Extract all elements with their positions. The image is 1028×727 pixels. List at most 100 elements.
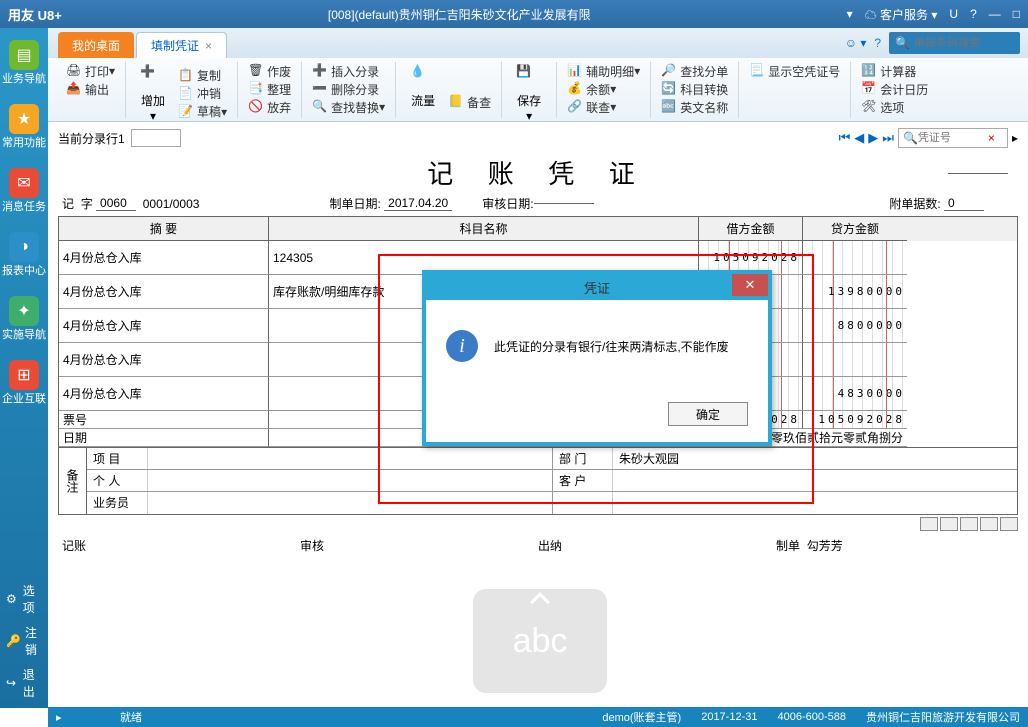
sign-book: 记账 <box>62 537 300 554</box>
current-line-label: 当前分录行1 <box>58 130 125 147</box>
remark-label: 备注 <box>59 448 87 514</box>
options-button[interactable]: 🛠选项 <box>857 98 932 116</box>
sidebar: ▤业务导航 ★常用功能 ✉消息任务 ◑报表中心 ✦实施导航 ⊞企业互联 ⚙选项 … <box>0 28 48 708</box>
status-user: demo(账套主管) <box>602 709 681 725</box>
last-icon[interactable]: ⏭ <box>882 130 894 146</box>
search-icon: 🔍 <box>895 36 910 50</box>
subject-convert-button[interactable]: 🔄科目转换 <box>657 80 732 98</box>
add-button[interactable]: ➕增加▾ <box>132 62 174 125</box>
more-icon[interactable]: ▸ <box>1012 131 1018 145</box>
audit-date <box>534 203 594 204</box>
sidebar-options[interactable]: ⚙选项 <box>0 578 48 620</box>
attach-count[interactable]: 0 <box>944 196 984 211</box>
balance-button[interactable]: 💰余额 ▾ <box>563 80 644 98</box>
export-button[interactable]: 📤输出 <box>62 80 119 98</box>
dropdown-icon[interactable]: ▾ <box>847 7 853 21</box>
make-date[interactable]: 2017.04.20 <box>384 196 452 211</box>
window-title: [008](default)贵州铜仁吉阳朱砂文化产业发展有限 <box>72 6 847 23</box>
tabbar: 我的桌面 填制凭证× ☺ ▾ ? 🔍 <box>48 28 1028 58</box>
english-name-button[interactable]: 🔤英文名称 <box>657 98 732 116</box>
sign-cashier: 出纳 <box>538 537 776 554</box>
dialog-ok-button[interactable]: 确定 <box>668 402 748 426</box>
maximize-icon[interactable]: □ <box>1013 7 1020 21</box>
aux-detail-button[interactable]: 📊辅助明细 ▾ <box>563 62 644 80</box>
col-subject: 科目名称 <box>269 217 699 241</box>
sidebar-item-report[interactable]: ◑报表中心 <box>1 232 47 278</box>
sidebar-item-message[interactable]: ✉消息任务 <box>1 168 47 214</box>
status-ready: 就绪 <box>120 709 142 725</box>
backup-button[interactable]: 📒备查 <box>444 93 495 111</box>
barcode-search[interactable]: 🔍 <box>889 32 1020 54</box>
status-icons <box>58 515 1018 533</box>
ticket-label: 票号 <box>59 411 269 429</box>
sidebar-item-common[interactable]: ★常用功能 <box>1 104 47 150</box>
help-icon[interactable]: ? <box>970 7 977 21</box>
app-logo: 用友 U8+ <box>8 5 62 24</box>
sidebar-exit[interactable]: ↪退出 <box>0 662 48 704</box>
prev-icon[interactable]: ◀ <box>854 130 864 146</box>
dialog-message: 此凭证的分录有银行/往来两清标志,不能作废 <box>494 338 729 355</box>
sidebar-item-enterprise[interactable]: ⊞企业互联 <box>1 360 47 406</box>
smiley-icon[interactable]: ☺ ▾ <box>845 36 867 50</box>
remark-row: 业务员 <box>87 492 1017 514</box>
tab-desktop[interactable]: 我的桌面 <box>58 32 134 58</box>
minimize-icon[interactable]: — <box>989 7 1001 21</box>
tab-voucher[interactable]: 填制凭证× <box>136 32 227 58</box>
delete-entry-button[interactable]: ➖删除分录 <box>308 80 389 98</box>
titlebar: 用友 U8+ [008](default)贵州铜仁吉阳朱砂文化产业发展有限 ▾ … <box>0 0 1028 28</box>
sign-audit: 审核 <box>300 537 538 554</box>
dialog-title: 凭证 <box>584 278 610 297</box>
sidebar-item-biznav[interactable]: ▤业务导航 <box>1 40 47 86</box>
help-icon[interactable]: ? <box>874 36 881 50</box>
u-menu[interactable]: U <box>949 7 958 21</box>
print-button[interactable]: 🖨打印 ▾ <box>62 62 119 80</box>
status-phone: 4006-600-588 <box>777 711 846 723</box>
voucher-search[interactable]: 🔍× <box>898 128 1008 148</box>
service-link[interactable]: ☁ 客户服务 ▾ <box>865 6 938 23</box>
sidebar-item-impl[interactable]: ✦实施导航 <box>1 296 47 342</box>
total-credit: 105092028 <box>818 413 905 426</box>
next-icon[interactable]: ▶ <box>868 130 878 146</box>
draft-button[interactable]: 📝草稿 ▾ <box>174 103 231 121</box>
current-line-box[interactable] <box>131 129 181 147</box>
remark-row: 项 目部 门朱砂大观园 <box>87 448 1017 470</box>
status-date: 2017-12-31 <box>701 711 757 723</box>
flow-button[interactable]: 💧流量 <box>402 62 444 111</box>
sidebar-logout[interactable]: 🔑注销 <box>0 620 48 662</box>
organize-button[interactable]: 📑整理 <box>244 80 295 98</box>
copy-button[interactable]: 📋复制 <box>174 67 231 85</box>
toolbar: 🖨打印 ▾ 📤输出 ➕增加▾ 📋复制 📄冲销 📝草稿 ▾ 🗑作废 📑整理 🚫放弃… <box>48 58 1028 122</box>
abandon-button[interactable]: 🚫放弃 <box>244 98 295 116</box>
col-credit: 贷方金额 <box>803 217 907 241</box>
col-debit: 借方金额 <box>699 217 803 241</box>
relate-button[interactable]: 🔗联查 ▾ <box>563 98 644 116</box>
ticket-date-label: 日期 <box>59 429 269 447</box>
calculator-button[interactable]: 🔢计算器 <box>857 62 932 80</box>
voucher-stub <box>948 158 1008 174</box>
dialog-close-button[interactable]: ✕ <box>732 274 768 296</box>
insert-entry-button[interactable]: ➕插入分录 <box>308 62 389 80</box>
void-button[interactable]: 🗑作废 <box>244 62 295 80</box>
voucher-seq: 0001/0003 <box>143 197 200 211</box>
voucher-no[interactable]: 0060 <box>96 196 136 211</box>
barcode-input[interactable] <box>914 37 1014 49</box>
reverse-button[interactable]: 📄冲销 <box>174 85 231 103</box>
save-button[interactable]: 💾保存▾ <box>508 62 550 125</box>
sign-row: 记账 审核 出纳 制单 勾芳芳 <box>58 537 1018 554</box>
find-doc-button[interactable]: 🔎查找分单 <box>657 62 732 80</box>
show-empty-button[interactable]: 📃显示空凭证号 <box>745 62 844 80</box>
ime-overlay: abc <box>470 586 610 696</box>
voucher-title: 记 账 凭 证 <box>58 154 1018 191</box>
first-icon[interactable]: ⏮ <box>839 130 851 146</box>
find-replace-button[interactable]: 🔍查找替换 ▾ <box>308 98 389 116</box>
calendar-button[interactable]: 📅会计日历 <box>857 80 932 98</box>
close-icon[interactable]: × <box>205 39 212 53</box>
remark-row: 个 人客 户 <box>87 470 1017 492</box>
info-dialog: 凭证 ✕ i 此凭证的分录有银行/往来两清标志,不能作废 确定 <box>422 270 772 446</box>
col-summary: 摘 要 <box>59 217 269 241</box>
sign-maker: 制单 勾芳芳 <box>776 537 1014 554</box>
status-company: 贵州铜仁吉阳旅游开发有限公司 <box>866 709 1020 725</box>
info-icon: i <box>446 330 478 362</box>
statusbar-arrow-icon: ▸ <box>56 711 70 724</box>
remark-section: 备注 项 目部 门朱砂大观园个 人客 户业务员 <box>58 448 1018 515</box>
